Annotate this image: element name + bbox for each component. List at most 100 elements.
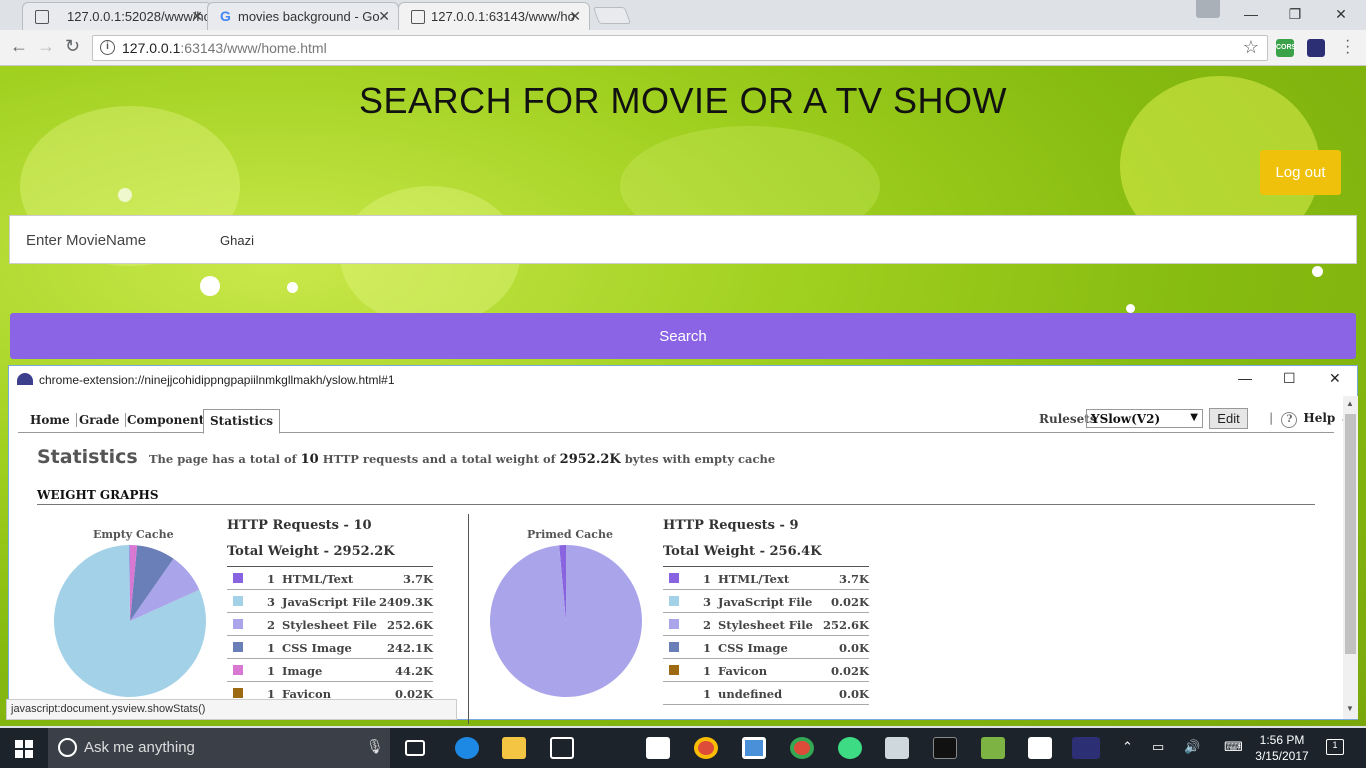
app-icon[interactable] <box>742 737 766 759</box>
legend-count: 1 <box>267 572 276 586</box>
edit-button[interactable]: Edit <box>1209 408 1248 429</box>
movie-name-input[interactable] <box>220 226 1340 254</box>
edge-icon[interactable] <box>455 737 479 759</box>
close-tab-icon[interactable]: ✕ <box>191 8 203 25</box>
legend-count: 2 <box>703 618 712 632</box>
address-bar[interactable]: i 127.0.0.1:63143/www/home.html ☆ <box>92 35 1268 61</box>
yslow-icon <box>17 373 33 385</box>
calculator-icon[interactable] <box>646 737 670 759</box>
notifications-icon[interactable]: 1 <box>1326 739 1344 755</box>
legend-size: 0.02K <box>830 664 869 678</box>
windows-start-icon[interactable] <box>15 740 33 758</box>
user-profile-icon[interactable] <box>1196 0 1220 18</box>
close-tab-icon[interactable]: ✕ <box>569 8 581 25</box>
legend-row: 3 JavaScript File 0.02K <box>663 590 869 613</box>
menu-icon[interactable]: · · · <box>1345 33 1350 61</box>
tab-home[interactable]: Home <box>30 413 77 427</box>
back-icon[interactable]: ← <box>10 36 28 57</box>
command-prompt-icon[interactable] <box>933 737 957 759</box>
background-sparkle <box>200 276 220 296</box>
legend-row: 1 CSS Image 242.1K <box>227 636 433 659</box>
browser-tab-3[interactable]: 127.0.0.1:63143/www/ho ✕ <box>398 2 590 30</box>
legend-count: 3 <box>267 595 276 609</box>
background-sparkle <box>1126 304 1135 313</box>
minimize-icon[interactable]: — <box>1228 0 1274 30</box>
empty-http-requests: HTTP Requests - 10 <box>227 518 372 533</box>
chrome-icon[interactable] <box>790 737 814 759</box>
legend-swatch <box>233 596 243 606</box>
new-tab-button[interactable] <box>592 7 632 24</box>
microphone-icon[interactable]: 🎙 <box>366 738 384 755</box>
battery-icon[interactable]: ▭ <box>1152 739 1164 755</box>
yslow-taskbar-icon[interactable] <box>1072 737 1100 759</box>
tab-title: 127.0.0.1:63143/www/ho <box>431 9 575 24</box>
legend-count: 1 <box>267 641 276 655</box>
url-text: 127.0.0.1:63143/www/home.html <box>122 40 327 56</box>
restore-icon[interactable]: ❐ <box>1272 0 1318 30</box>
forward-icon[interactable]: → <box>37 36 55 57</box>
keyboard-icon[interactable]: ⌨ <box>1224 739 1243 755</box>
search-form: Enter MovieName <box>9 215 1357 264</box>
info-icon[interactable]: i <box>100 40 115 55</box>
android-studio-icon[interactable] <box>838 737 862 759</box>
help-icon: ? <box>1281 412 1298 428</box>
legend-size: 0.0K <box>838 687 869 701</box>
scrollbar[interactable]: ▲ ▼ <box>1343 396 1358 719</box>
browser-tab-1[interactable]: 127.0.0.1:52028/www/ho ✕ <box>22 2 212 30</box>
tab-grade[interactable]: Grade <box>79 413 127 427</box>
volume-icon[interactable]: 🔊 <box>1184 739 1200 755</box>
logout-button[interactable]: Log out <box>1260 150 1341 195</box>
file-explorer-icon[interactable] <box>502 737 526 759</box>
legend-name: HTML/Text <box>282 572 354 586</box>
legend-row: 1 Image 44.2K <box>227 659 433 682</box>
scroll-up-icon[interactable]: ▲ <box>1346 399 1354 408</box>
legend-count: 1 <box>703 641 712 655</box>
maximize-icon[interactable]: ☐ <box>1283 370 1296 387</box>
legend-count: 1 <box>267 664 276 678</box>
legend-size: 242.1K <box>386 641 433 655</box>
photos-icon[interactable] <box>1028 737 1052 759</box>
legend-count: 1 <box>703 572 712 586</box>
help-menu[interactable]: |? Help ↓ <box>1269 411 1350 428</box>
bookmark-star-icon[interactable]: ☆ <box>1243 37 1259 58</box>
chevron-up-icon[interactable]: ⌃ <box>1122 739 1133 755</box>
clock-date: 3/15/2017 <box>1255 749 1309 763</box>
legend-swatch <box>233 665 243 675</box>
legend-swatch <box>669 573 679 583</box>
legend-size: 3.7K <box>402 572 433 586</box>
legend-size: 0.02K <box>830 595 869 609</box>
task-view-icon[interactable] <box>405 740 425 756</box>
empty-cache-pie-chart <box>53 545 207 697</box>
tab-components[interactable]: Components <box>127 413 211 427</box>
tab-title: movies background - Go <box>238 9 380 24</box>
ruleset-select[interactable]: YSlow(V2) ▼ <box>1086 409 1203 428</box>
minimize-icon[interactable]: — <box>1238 370 1252 386</box>
yslow-window: chrome-extension://ninejjcohidippngpapii… <box>8 365 1358 724</box>
toolbar: ← → ↻ i 127.0.0.1:63143/www/home.html ☆ … <box>0 30 1366 66</box>
legend-name: Stylesheet File <box>718 618 813 632</box>
background-sparkle <box>1312 266 1323 277</box>
close-window-icon[interactable]: ✕ <box>1318 0 1364 30</box>
chrome-icon[interactable] <box>694 737 718 759</box>
scrollbar-thumb[interactable] <box>1345 414 1356 654</box>
page-icon <box>411 10 425 24</box>
search-button[interactable]: Search <box>10 313 1356 359</box>
empty-total-weight: Total Weight - 2952.2K <box>227 544 395 559</box>
tab-statistics[interactable]: Statistics <box>203 409 281 434</box>
cortana-search-box[interactable]: Ask me anything 🎙 <box>48 728 390 768</box>
app-icon[interactable] <box>885 737 909 759</box>
legend-count: 2 <box>267 618 276 632</box>
browser-tab-2[interactable]: G movies background - Go ✕ <box>207 2 399 30</box>
close-tab-icon[interactable]: ✕ <box>378 8 390 25</box>
close-window-icon[interactable]: ✕ <box>1329 370 1341 387</box>
cors-extension-icon[interactable]: CORS <box>1276 39 1296 57</box>
yslow-extension-icon[interactable] <box>1307 39 1325 57</box>
divider: | <box>1269 411 1274 425</box>
clock[interactable]: 1:56 PM 3/15/2017 <box>1252 732 1312 764</box>
store-icon[interactable] <box>550 737 574 759</box>
legend-row: 1 CSS Image 0.0K <box>663 636 869 659</box>
scroll-down-icon[interactable]: ▼ <box>1346 704 1354 713</box>
reload-icon[interactable]: ↻ <box>65 36 80 57</box>
app-icon[interactable] <box>981 737 1005 759</box>
legend-swatch <box>669 665 679 675</box>
